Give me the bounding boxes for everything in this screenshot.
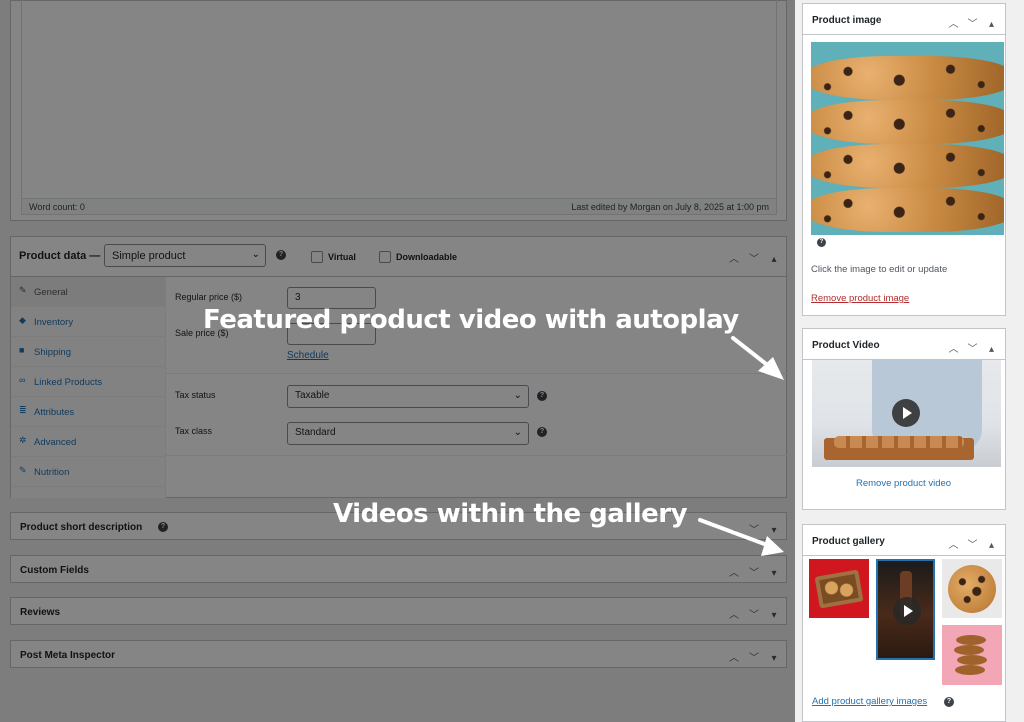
play-icon[interactable] — [893, 597, 921, 625]
add-gallery-images-link[interactable]: Add product gallery images — [812, 696, 927, 707]
cookie — [956, 635, 986, 645]
move-down-icon[interactable]: ﹀ — [963, 15, 982, 30]
cookie-box — [814, 569, 864, 609]
move-up-icon[interactable]: ︿ — [944, 15, 963, 30]
toggle-icon[interactable]: ▴ — [982, 19, 1001, 30]
cookie — [957, 655, 987, 665]
annotation-gallery-videos: Videos within the gallery — [333, 499, 688, 529]
gallery-image[interactable] — [942, 559, 1002, 618]
image-edit-hint: Click the image to edit or update — [811, 264, 948, 275]
move-down-icon[interactable]: ﹀ — [963, 536, 982, 551]
cookie — [811, 56, 1004, 100]
help-icon[interactable]: ? — [817, 238, 826, 247]
cookie — [811, 100, 1004, 144]
product-image[interactable] — [811, 42, 1004, 235]
remove-product-image-link[interactable]: Remove product image — [811, 293, 909, 304]
gallery-image[interactable] — [809, 559, 869, 618]
sidebar: Product image ︿ ﹀ ▴ ? Click the image to e… — [795, 0, 1024, 722]
cookie — [948, 565, 996, 613]
move-up-icon[interactable]: ︿ — [944, 340, 963, 355]
product-video-thumbnail[interactable] — [812, 360, 1001, 467]
panel-controls: ︿ ﹀ ▴ — [944, 340, 1001, 355]
cookie — [811, 188, 1004, 232]
product-image-header: Product image ︿ ﹀ ▴ — [803, 4, 1005, 35]
move-down-icon[interactable]: ﹀ — [963, 340, 982, 355]
product-video-header: Product Video ︿ ﹀ ▴ — [803, 329, 1005, 360]
cookie — [955, 665, 985, 675]
product-image-box: Product image ︿ ﹀ ▴ ? Click the image to e… — [802, 3, 1006, 316]
product-image-title: Product image — [812, 15, 882, 26]
remove-product-video-link[interactable]: Remove product video — [856, 478, 951, 489]
panel-controls: ︿ ﹀ ▴ — [944, 536, 1001, 551]
help-icon[interactable]: ? — [944, 697, 954, 707]
dim-overlay — [0, 0, 795, 722]
panel-controls: ︿ ﹀ ▴ — [944, 15, 1001, 30]
move-up-icon[interactable]: ︿ — [944, 536, 963, 551]
play-icon[interactable] — [892, 399, 920, 427]
product-gallery-title: Product gallery — [812, 536, 885, 547]
cookie — [811, 144, 1004, 188]
toggle-icon[interactable]: ▴ — [982, 344, 1001, 355]
cookie — [954, 645, 984, 655]
product-video-title: Product Video — [812, 340, 880, 351]
product-gallery-header: Product gallery ︿ ﹀ ▴ — [803, 525, 1005, 556]
thumbnail-cookies — [834, 436, 964, 448]
toggle-icon[interactable]: ▴ — [982, 540, 1001, 551]
gallery-video[interactable] — [876, 559, 935, 660]
main-column: Word count: 0 Last edited by Morgan on J… — [0, 0, 795, 722]
annotation-featured-video: Featured product video with autoplay — [203, 305, 739, 335]
gallery-image[interactable] — [942, 625, 1002, 685]
